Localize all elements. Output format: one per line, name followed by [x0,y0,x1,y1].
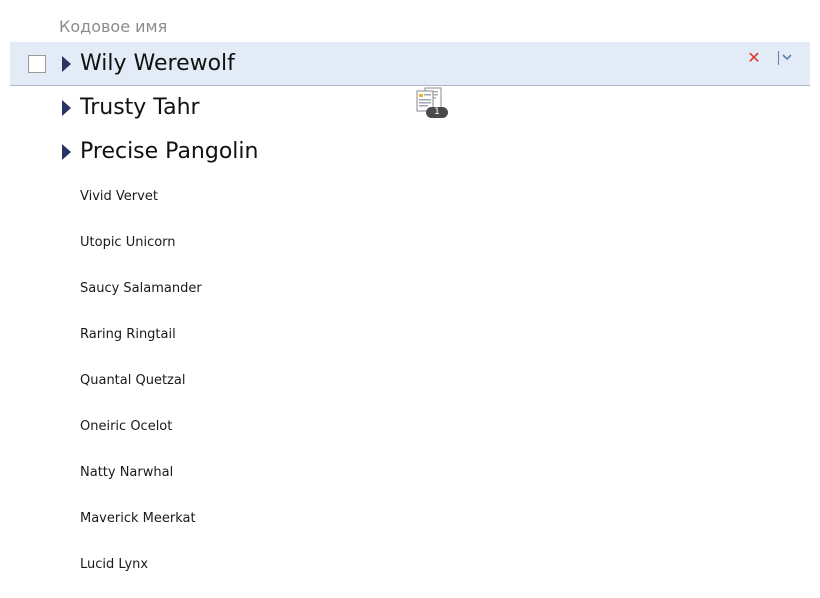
group-label: Trusty Tahr [80,95,200,120]
close-x-icon[interactable]: ✕ [746,49,762,67]
list-item[interactable]: Natty Narwhal [0,450,820,496]
chevron-down-menu-icon[interactable] [778,50,794,66]
list-item-label: Oneiric Ocelot [80,419,173,434]
list-item-label: Lucid Lynx [80,557,149,572]
expand-arrow-icon[interactable] [62,144,71,160]
list-item-label: Maverick Meerkat [80,511,196,526]
list-item-label: Raring Ringtail [80,327,176,342]
list-item-label: Utopic Unicorn [80,235,176,250]
list-item-label: Natty Narwhal [80,465,174,480]
list-item[interactable]: Quantal Quetzal [0,358,820,404]
expand-arrow-icon[interactable] [62,56,71,72]
list-item[interactable]: Oneiric Ocelot [0,404,820,450]
list-item-label: Saucy Salamander [80,281,202,296]
drag-count-badge: 1 [426,107,448,118]
list-item[interactable]: Maverick Meerkat [0,496,820,542]
row-checkbox[interactable] [28,55,46,73]
list-item[interactable]: Raring Ringtail [0,312,820,358]
list-item-label: Vivid Vervet [80,189,158,204]
list-item[interactable]: Saucy Salamander [0,266,820,312]
list-item[interactable]: Lucid Lynx [0,542,820,588]
list-item[interactable]: Vivid Vervet [0,174,820,220]
expand-arrow-icon[interactable] [62,100,71,116]
list-item[interactable]: Utopic Unicorn [0,220,820,266]
group-row-trusty-tahr[interactable]: Trusty Tahr [0,86,820,130]
column-header-codename[interactable]: Кодовое имя [59,16,167,38]
leaf-list: Vivid Vervet Utopic Unicorn Saucy Salama… [0,174,820,588]
group-label: Wily Werewolf [80,51,235,76]
group-label: Precise Pangolin [80,139,259,164]
list-item-label: Quantal Quetzal [80,373,186,388]
drag-copy-indicator: 1 [415,87,449,119]
group-row-wily-werewolf[interactable]: Wily Werewolf ✕ [0,42,820,86]
release-tree: Wily Werewolf ✕ Trusty Tahr Precise Pang… [0,42,820,174]
group-row-precise-pangolin[interactable]: Precise Pangolin [0,130,820,174]
